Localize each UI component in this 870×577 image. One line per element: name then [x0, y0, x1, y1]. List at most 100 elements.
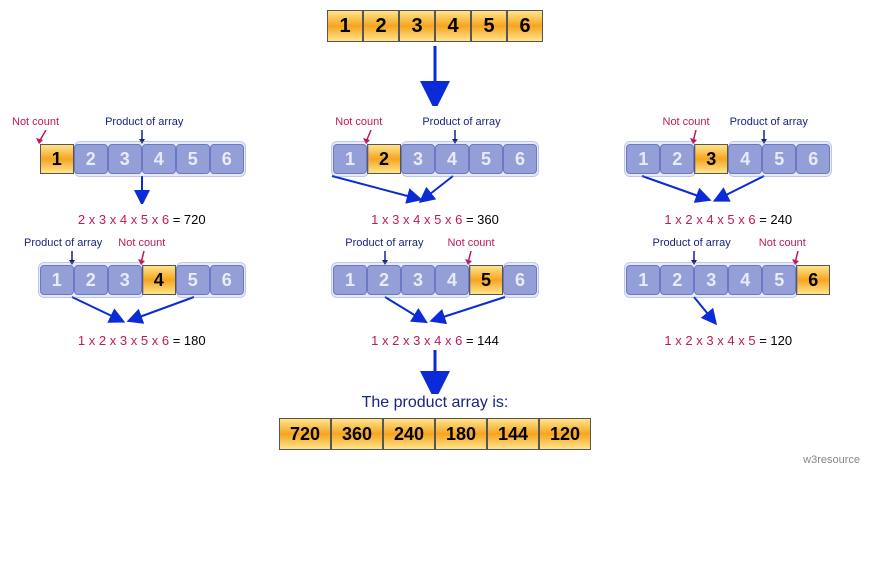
- connector-icon: [22, 295, 262, 325]
- cells-row: 1 2 3 4 5 6: [626, 144, 830, 174]
- cells-row: 1 2 3 4 5 6: [626, 265, 830, 295]
- not-count-label: Not count: [335, 116, 382, 128]
- connector-icon: [608, 295, 848, 325]
- connector-icon: [608, 174, 848, 204]
- label-row: Product of array Not count: [597, 237, 861, 249]
- formula: 1 x 2 x 3 x 4 x 6 = 144: [371, 333, 499, 348]
- label-arrows-icon: [315, 251, 555, 265]
- not-count-label: Not count: [448, 237, 495, 249]
- prod-cell: 2: [74, 144, 108, 174]
- formula: 1 x 2 x 3 x 5 x 6 = 180: [78, 333, 206, 348]
- label-arrows-icon: [22, 251, 262, 265]
- label-row: Product of array Not count: [10, 237, 274, 249]
- prod-cell: 3: [108, 144, 142, 174]
- cells-row: 1 2 3 4 5 6: [333, 265, 537, 295]
- connector-icon: [315, 174, 555, 204]
- group-2: Not count Product of array 1 2 3 4 5 6: [597, 116, 861, 227]
- prod-cell: 5: [176, 265, 210, 295]
- not-count-label: Not count: [759, 237, 806, 249]
- prod-cell: 2: [660, 144, 694, 174]
- label-arrows-icon: [315, 130, 555, 144]
- result-cell: 120: [539, 418, 591, 450]
- label-row: Not count Product of array: [303, 116, 567, 128]
- connector-icon: [315, 295, 555, 325]
- cells-row: 1 2 3 4 5 6: [333, 144, 537, 174]
- result-cell: 180: [435, 418, 487, 450]
- input-cell: 6: [507, 10, 543, 42]
- arrow-down-icon: [415, 348, 455, 394]
- prod-cell: 1: [333, 265, 367, 295]
- label-arrows-icon: [22, 130, 262, 144]
- label-arrows-icon: [608, 251, 848, 265]
- result-cell: 720: [279, 418, 331, 450]
- label-arrows-icon: [608, 130, 848, 144]
- prod-cell: 4: [728, 265, 762, 295]
- not-count-label: Not count: [663, 116, 710, 128]
- result-cell: 144: [487, 418, 539, 450]
- prod-cell: 4: [728, 144, 762, 174]
- product-label: Product of array: [105, 116, 183, 128]
- arrow-down-icon: [415, 46, 455, 106]
- product-label: Product of array: [24, 237, 102, 249]
- input-cell: 5: [471, 10, 507, 42]
- prod-cell: 6: [210, 144, 244, 174]
- connector-icon: [22, 174, 262, 204]
- result-cell: 360: [331, 418, 383, 450]
- group-1: Not count Product of array 1 2 3 4 5 6: [303, 116, 567, 227]
- skip-cell: 5: [469, 265, 503, 295]
- prod-cell: 4: [142, 144, 176, 174]
- group-0: Not count Product of array 1 2 3 4 5 6: [10, 116, 274, 227]
- label-row: Not count Product of array: [597, 116, 861, 128]
- group-3: Product of array Not count 1 2 3 4 5 6: [10, 237, 274, 348]
- prod-cell: 3: [401, 144, 435, 174]
- label-row: Not count Product of array: [10, 116, 274, 128]
- diagram-root: 1 2 3 4 5 6 Not count Product of array 1…: [10, 10, 860, 466]
- prod-cell: 3: [108, 265, 142, 295]
- skip-cell: 6: [796, 265, 830, 295]
- input-cell: 2: [363, 10, 399, 42]
- prod-cell: 6: [503, 144, 537, 174]
- groups-row-1: Not count Product of array 1 2 3 4 5 6: [10, 116, 860, 227]
- prod-cell: 4: [435, 265, 469, 295]
- prod-cell: 1: [40, 265, 74, 295]
- result-title: The product array is:: [362, 394, 509, 412]
- group-5: Product of array Not count 1 2 3 4 5 6: [597, 237, 861, 348]
- skip-cell: 3: [694, 144, 728, 174]
- prod-cell: 6: [503, 265, 537, 295]
- input-cell: 1: [327, 10, 363, 42]
- credit-text: w3resource: [10, 454, 860, 466]
- result-array: 720 360 240 180 144 120: [279, 418, 591, 450]
- not-count-label: Not count: [12, 116, 59, 128]
- prod-cell: 1: [626, 265, 660, 295]
- formula: 1 x 3 x 4 x 5 x 6 = 360: [371, 212, 499, 227]
- prod-cell: 3: [401, 265, 435, 295]
- product-label: Product of array: [730, 116, 808, 128]
- prod-cell: 5: [176, 144, 210, 174]
- product-label: Product of array: [345, 237, 423, 249]
- prod-cell: 2: [367, 265, 401, 295]
- input-cell: 4: [435, 10, 471, 42]
- prod-cell: 4: [435, 144, 469, 174]
- product-label: Product of array: [422, 116, 500, 128]
- prod-cell: 6: [210, 265, 244, 295]
- cells-row: 1 2 3 4 5 6: [40, 144, 244, 174]
- formula: 2 x 3 x 4 x 5 x 6 = 720: [78, 212, 206, 227]
- group-4: Product of array Not count 1 2 3 4 5 6: [303, 237, 567, 348]
- prod-cell: 1: [333, 144, 367, 174]
- prod-cell: 1: [626, 144, 660, 174]
- product-label: Product of array: [653, 237, 731, 249]
- input-cell: 3: [399, 10, 435, 42]
- prod-cell: 2: [74, 265, 108, 295]
- prod-cell: 5: [762, 144, 796, 174]
- cells-row: 1 2 3 4 5 6: [40, 265, 244, 295]
- skip-cell: 2: [367, 144, 401, 174]
- skip-cell: 4: [142, 265, 176, 295]
- prod-cell: 3: [694, 265, 728, 295]
- groups-row-2: Product of array Not count 1 2 3 4 5 6: [10, 237, 860, 348]
- prod-cell: 2: [660, 265, 694, 295]
- not-count-label: Not count: [118, 237, 165, 249]
- prod-cell: 5: [762, 265, 796, 295]
- skip-cell: 1: [40, 144, 74, 174]
- formula: 1 x 2 x 4 x 5 x 6 = 240: [664, 212, 792, 227]
- prod-cell: 6: [796, 144, 830, 174]
